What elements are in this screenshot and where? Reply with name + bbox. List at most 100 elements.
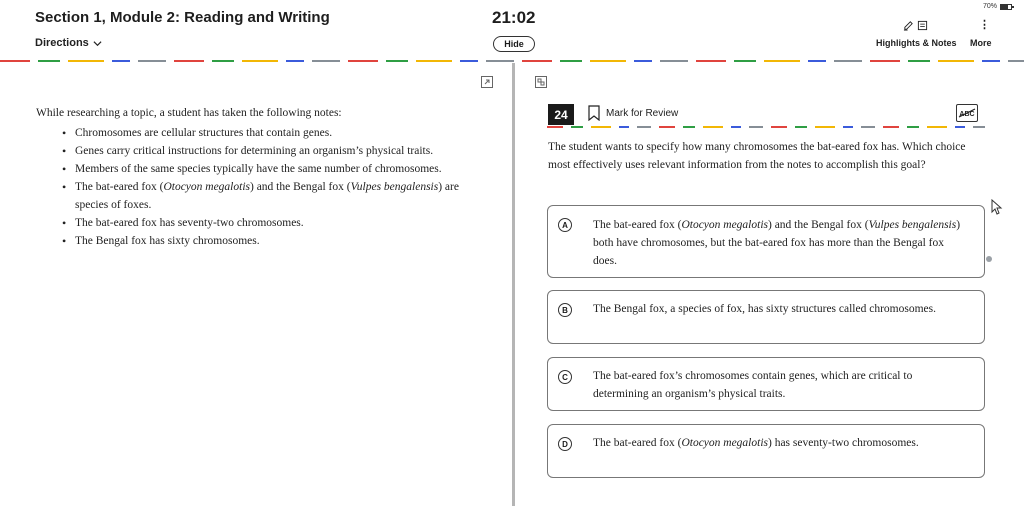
species-name: Otocyon megalotis (163, 181, 250, 193)
dash-segment (808, 60, 826, 62)
passage-intro: While researching a topic, a student has… (36, 107, 342, 119)
dash-segment (771, 126, 787, 128)
dash-segment (486, 60, 514, 62)
timer: 21:02 (492, 8, 536, 27)
choice-c[interactable]: C The bat-eared fox’s chromosomes contai… (547, 357, 985, 411)
dash-segment (112, 60, 130, 62)
battery-percent: 70% (982, 3, 997, 10)
choice-text: The bat-eared fox’s chromosomes contain … (593, 367, 970, 403)
choice-d[interactable]: D The bat-eared fox (Otocyon megalotis) … (547, 424, 985, 478)
scroll-indicator[interactable] (986, 256, 992, 262)
dash-segment (312, 60, 340, 62)
more-vertical-icon[interactable]: ⋮ (979, 20, 990, 31)
note-item: Genes carry critical instructions for de… (36, 142, 476, 160)
hide-timer-button[interactable]: Hide (493, 36, 535, 52)
dash-segment (764, 60, 800, 62)
dash-segment (286, 60, 304, 62)
dash-segment (907, 126, 919, 128)
text-segment: The bat-eared fox has seventy-two chromo… (75, 217, 304, 229)
text-segment: Chromosomes are cellular structures that… (75, 127, 333, 139)
section-title: Section 1, Module 2: Reading and Writing (35, 9, 330, 26)
mark-for-review-label: Mark for Review (606, 107, 679, 119)
dash-segment (591, 126, 611, 128)
species-name: Otocyon megalotis (681, 437, 768, 449)
choice-a[interactable]: A The bat-eared fox (Otocyon megalotis) … (547, 205, 985, 278)
text-segment: ) and the Bengal fox ( (768, 219, 869, 231)
question-prompt: The student wants to specify how many ch… (548, 141, 966, 171)
expand-icon[interactable] (481, 76, 493, 88)
notes-icon (917, 20, 928, 31)
text-segment: ) and the Bengal fox ( (250, 181, 351, 193)
directions-label: Directions (35, 37, 89, 49)
dash-segment (843, 126, 853, 128)
choice-text: The bat-eared fox (Otocyon megalotis) an… (593, 216, 970, 270)
mouse-pointer-icon (991, 199, 1003, 215)
dash-segment (571, 126, 583, 128)
dash-segment (908, 60, 930, 62)
dash-segment (560, 60, 582, 62)
text-segment: The bat-eared fox’s chromosomes contain … (593, 370, 913, 400)
question-dashed-divider (547, 126, 985, 128)
dash-segment (138, 60, 166, 62)
note-item: Chromosomes are cellular structures that… (36, 124, 476, 142)
dash-segment (660, 60, 688, 62)
text-segment: The bat-eared fox ( (593, 219, 682, 231)
choice-letter: A (558, 218, 572, 232)
dash-segment (749, 126, 763, 128)
dash-segment (696, 60, 726, 62)
highlighter-icon (903, 21, 913, 31)
note-item: The Bengal fox has sixty chromosomes. (36, 232, 476, 250)
dash-segment (703, 126, 723, 128)
text-segment: The bat-eared fox ( (593, 437, 682, 449)
dash-segment (955, 126, 965, 128)
dash-segment (734, 60, 756, 62)
note-item: Members of the same species typically ha… (36, 160, 476, 178)
choice-letter: B (558, 303, 572, 317)
text-segment: The bat-eared fox ( (75, 181, 164, 193)
passage: While researching a topic, a student has… (36, 104, 476, 250)
note-item: The bat-eared fox (Otocyon megalotis) an… (36, 178, 476, 214)
choice-letter: D (558, 437, 572, 451)
dash-segment (731, 126, 741, 128)
battery-status: 70% (982, 3, 1014, 10)
more-button[interactable]: More (970, 38, 992, 48)
dash-segment (547, 126, 563, 128)
dash-segment (973, 126, 985, 128)
bookmark-icon (588, 105, 600, 121)
dash-segment (68, 60, 104, 62)
dash-segment (416, 60, 452, 62)
dash-segment (174, 60, 204, 62)
text-segment: The Bengal fox has sixty chromosomes. (75, 235, 260, 247)
dash-segment (522, 60, 552, 62)
dash-segment (938, 60, 974, 62)
collapse-icon[interactable] (535, 76, 547, 88)
dash-segment (795, 126, 807, 128)
dash-segment (659, 126, 675, 128)
note-item: The bat-eared fox has seventy-two chromo… (36, 214, 476, 232)
directions-toggle[interactable]: Directions (35, 37, 102, 49)
text-segment: Genes carry critical instructions for de… (75, 145, 434, 157)
dash-segment (683, 126, 695, 128)
choice-text: The bat-eared fox (Otocyon megalotis) ha… (593, 434, 970, 452)
dash-segment (870, 60, 900, 62)
answer-eliminator-icon: ABC (958, 108, 976, 118)
choice-b[interactable]: B The Bengal fox, a species of fox, has … (547, 290, 985, 344)
answer-eliminator-button[interactable]: ABC (956, 104, 978, 122)
dash-segment (348, 60, 378, 62)
dash-segment (460, 60, 478, 62)
highlights-notes-icons[interactable] (903, 20, 928, 31)
choice-text: The Bengal fox, a species of fox, has si… (593, 300, 970, 318)
dash-segment (927, 126, 947, 128)
dash-segment (861, 126, 875, 128)
dash-segment (1008, 60, 1024, 62)
text-segment: Members of the same species typically ha… (75, 163, 442, 175)
text-segment: ) has seventy-two chromosomes. (768, 437, 919, 449)
pane-divider[interactable] (512, 63, 515, 506)
chevron-down-icon (93, 40, 102, 46)
dash-segment (619, 126, 629, 128)
notes-list: Chromosomes are cellular structures that… (36, 124, 476, 250)
mark-for-review-button[interactable]: Mark for Review (588, 105, 678, 121)
dash-segment (982, 60, 1000, 62)
dash-segment (637, 126, 651, 128)
highlights-notes-button[interactable]: Highlights & Notes (876, 38, 957, 48)
